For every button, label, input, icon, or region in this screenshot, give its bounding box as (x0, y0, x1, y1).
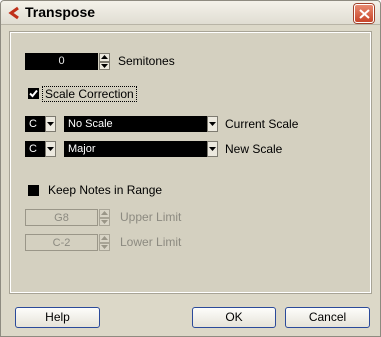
chevron-down-icon (47, 147, 54, 151)
keep-notes-label: Keep Notes in Range (48, 183, 163, 197)
transpose-dialog: Transpose 0 Semitones Scale Correction C… (0, 0, 381, 337)
new-scale-note-value: C (29, 143, 37, 155)
current-note-dropdown-button[interactable] (45, 116, 56, 132)
current-scale-select[interactable]: No Scale (64, 116, 218, 132)
upper-limit-label: Upper Limit (120, 210, 182, 224)
new-scale-note-select[interactable]: C (25, 141, 56, 157)
cancel-button[interactable]: Cancel (285, 307, 370, 328)
upper-limit-arrows[interactable] (99, 209, 110, 226)
new-scale-select[interactable]: Major (64, 141, 218, 157)
close-button[interactable] (354, 4, 374, 23)
chevron-down-icon (47, 122, 54, 126)
keep-notes-checkbox[interactable] (28, 185, 39, 196)
arrow-down-icon (101, 219, 108, 224)
current-scale-dropdown-button[interactable] (207, 116, 218, 132)
new-note-dropdown-button[interactable] (45, 141, 56, 157)
arrow-up-icon (101, 236, 108, 240)
new-scale-dropdown-button[interactable] (207, 141, 218, 157)
checkmark-icon (29, 89, 38, 98)
semitones-down-button[interactable] (99, 61, 110, 70)
lower-limit-stepper[interactable]: C-2 (25, 234, 110, 251)
arrow-up-icon (101, 55, 108, 59)
lower-limit-down-button[interactable] (99, 242, 110, 251)
chevron-down-icon (209, 122, 216, 126)
ok-button[interactable]: OK (192, 307, 276, 328)
scale-correction-label[interactable]: Scale Correction (42, 86, 137, 102)
lower-limit-up-button[interactable] (99, 234, 110, 243)
lower-limit-field[interactable]: C-2 (25, 234, 98, 251)
title-bar[interactable]: Transpose (1, 1, 380, 25)
lower-limit-arrows[interactable] (99, 234, 110, 251)
current-scale-note-value: C (29, 118, 37, 130)
new-scale-label: New Scale (225, 142, 283, 156)
semitones-label: Semitones (118, 54, 175, 68)
help-button[interactable]: Help (15, 307, 100, 328)
dialog-content: 0 Semitones Scale Correction C No Scale … (9, 31, 372, 294)
semitones-stepper[interactable]: 0 (25, 53, 110, 70)
close-icon (359, 9, 370, 19)
arrow-up-icon (101, 211, 108, 215)
upper-limit-stepper[interactable]: G8 (25, 209, 110, 226)
arrow-down-icon (101, 244, 108, 249)
upper-limit-field[interactable]: G8 (25, 209, 98, 226)
lower-limit-label: Lower Limit (120, 235, 182, 249)
chevron-down-icon (209, 147, 216, 151)
new-scale-value: Major (68, 143, 96, 155)
cubase-logo-icon (8, 6, 22, 20)
current-scale-value: No Scale (68, 118, 113, 130)
current-scale-label: Current Scale (225, 117, 299, 131)
arrow-down-icon (101, 63, 108, 68)
current-scale-note-select[interactable]: C (25, 116, 56, 132)
window-title: Transpose (25, 4, 96, 20)
semitones-field[interactable]: 0 (25, 53, 98, 70)
semitones-up-button[interactable] (99, 53, 110, 62)
semitones-arrows[interactable] (99, 53, 110, 70)
upper-limit-up-button[interactable] (99, 209, 110, 218)
upper-limit-down-button[interactable] (99, 217, 110, 226)
scale-correction-checkbox[interactable] (28, 88, 39, 99)
